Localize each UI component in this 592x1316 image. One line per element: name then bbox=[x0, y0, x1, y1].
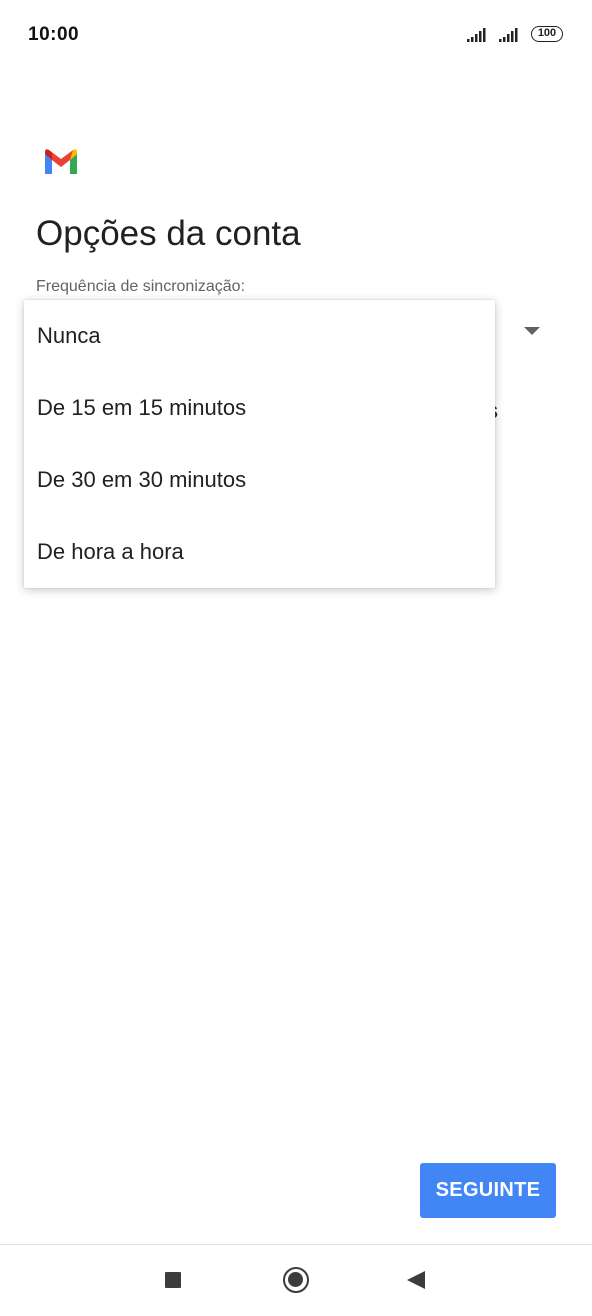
next-button[interactable]: SEGUINTE bbox=[420, 1163, 556, 1218]
dropdown-option-15-minutes[interactable]: De 15 em 15 minutos bbox=[24, 372, 495, 444]
status-bar: 10:00 100 bbox=[0, 0, 592, 70]
sync-frequency-dropdown: Nunca De 15 em 15 minutos De 30 em 30 mi… bbox=[24, 300, 495, 588]
dropdown-option-never[interactable]: Nunca bbox=[24, 300, 495, 372]
recents-icon[interactable] bbox=[165, 1272, 181, 1288]
screen: 10:00 100 Opções da conta Frequência de … bbox=[0, 0, 592, 1316]
dropdown-arrow-icon[interactable] bbox=[524, 327, 540, 335]
page-title: Opções da conta bbox=[36, 214, 301, 253]
signal-icon bbox=[499, 28, 518, 42]
status-time: 10:00 bbox=[28, 24, 80, 45]
sync-frequency-label: Frequência de sincronização: bbox=[36, 278, 246, 295]
dropdown-option-hourly[interactable]: De hora a hora bbox=[24, 516, 495, 588]
back-icon[interactable] bbox=[407, 1271, 425, 1289]
home-icon[interactable] bbox=[283, 1267, 309, 1293]
battery-icon: 100 bbox=[531, 26, 563, 42]
signal-icon bbox=[467, 28, 486, 42]
gmail-logo bbox=[45, 149, 77, 174]
dropdown-option-30-minutes[interactable]: De 30 em 30 minutos bbox=[24, 444, 495, 516]
navigation-bar bbox=[0, 1245, 592, 1316]
